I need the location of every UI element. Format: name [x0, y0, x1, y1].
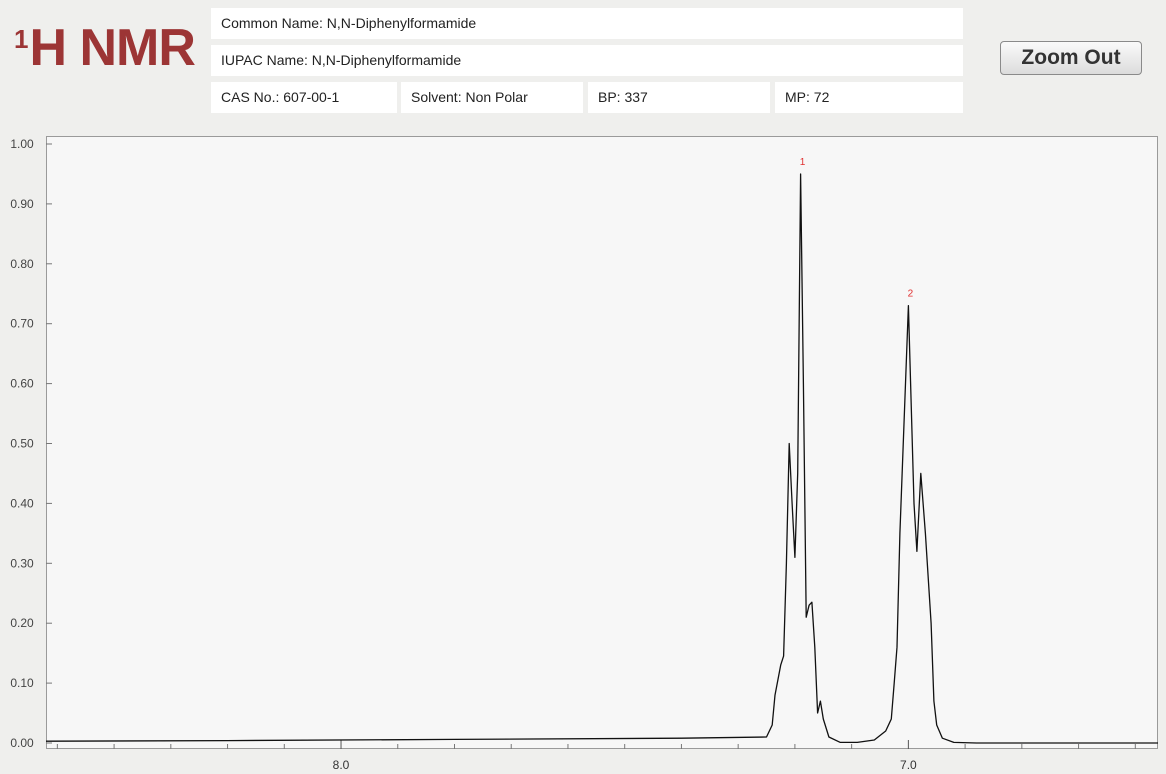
peak-label: 2	[908, 289, 914, 300]
y-tick-label: 0.30	[10, 556, 34, 570]
y-tick-label: 0.40	[10, 496, 34, 510]
peak-label: 1	[800, 157, 806, 168]
y-tick-label: 0.80	[10, 257, 34, 271]
y-tick-label: 0.10	[10, 676, 34, 690]
x-tick-label: 7.0	[900, 758, 917, 772]
y-tick-label: 0.70	[10, 317, 34, 331]
nmr-spectrum-chart: 0.00 0.10 0.20 0.30 0.40 0.50 0.60 0.70 0.80 0.90…	[10, 137, 1158, 772]
y-tick-label: 0.20	[10, 616, 34, 630]
y-tick-label: 0.00	[10, 736, 34, 750]
y-tick-label: 0.50	[10, 437, 34, 451]
x-tick-label: 8.0	[333, 758, 350, 772]
y-tick-label: 0.90	[10, 197, 34, 211]
y-tick-label: 1.00	[10, 137, 34, 151]
spectrum-line	[45, 173, 1158, 744]
y-tick-label: 0.60	[10, 377, 34, 391]
